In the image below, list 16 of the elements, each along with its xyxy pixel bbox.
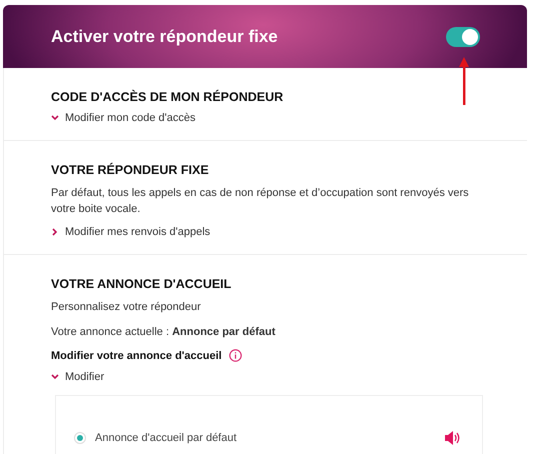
toggle-switch[interactable] — [446, 26, 480, 46]
description-text: Par défaut, tous les appels en cas de non réponse et d’occupation sont renvoyés vers votre boite vocale. — [51, 186, 470, 217]
description-text: Votre annonce actuelle : Annonce par défaut — [51, 325, 276, 340]
expand-link[interactable]: Modifier mes renvois d'appels — [51, 226, 210, 238]
radio-option[interactable]: Annonce d'accueil par défaut — [74, 432, 237, 444]
expand-link[interactable]: Modifier — [51, 371, 104, 383]
page-title: Activer votre répondeur fixe — [51, 26, 278, 46]
speaker-icon[interactable] — [444, 430, 462, 446]
section-heading: CODE D'ACCÈS DE MON RÉPONDEUR — [51, 90, 284, 104]
expand-link[interactable]: Modifier mon code d'accès — [51, 112, 196, 124]
arrow-icon — [458, 57, 470, 107]
description-text: Personnalisez votre répondeur — [51, 300, 202, 315]
section-heading: VOTRE ANNONCE D'ACCUEIL — [51, 277, 232, 291]
info-icon[interactable] — [228, 349, 242, 362]
section-heading: VOTRE RÉPONDEUR FIXE — [51, 163, 210, 177]
field-label: Modifier votre annonce d'accueil — [51, 350, 222, 362]
